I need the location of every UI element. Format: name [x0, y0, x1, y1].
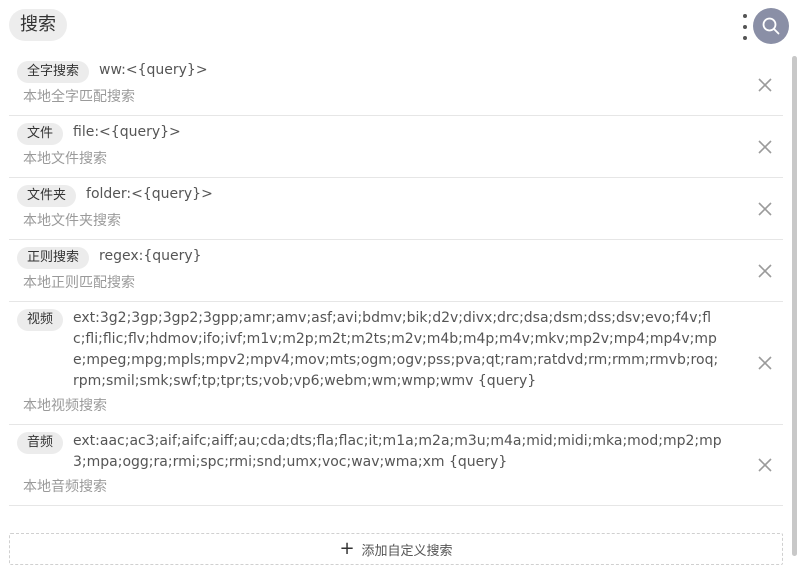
close-icon[interactable] [757, 77, 773, 93]
list-item: 全字搜索 ww:<{query}> 本地全字匹配搜索 [9, 54, 783, 116]
plus-icon: + [339, 538, 355, 559]
add-custom-search-label: 添加自定义搜索 [361, 543, 453, 559]
rule-pattern: file:<{query}> [73, 124, 181, 140]
close-icon[interactable] [757, 263, 773, 279]
list-item: 文件夹 folder:<{query}> 本地文件夹搜索 [9, 178, 783, 240]
close-icon[interactable] [757, 139, 773, 155]
more-vertical-icon[interactable] [739, 14, 751, 40]
rule-pattern: ext:aac;ac3;aif;aifc;aiff;au;cda;dts;fla… [73, 433, 722, 470]
list-item: 文件 file:<{query}> 本地文件搜索 [9, 116, 783, 178]
page-title: 搜索 [9, 9, 67, 41]
search-icon [762, 17, 780, 35]
rule-description: 本地文件搜索 [23, 151, 107, 167]
close-icon[interactable] [757, 457, 773, 473]
rule-description: 本地视频搜索 [23, 398, 107, 414]
scrollbar-thumb[interactable] [792, 56, 797, 556]
rule-tag[interactable]: 音频 [17, 432, 64, 454]
search-button[interactable] [753, 8, 789, 44]
rule-pattern: ww:<{query}> [99, 62, 208, 78]
rule-description: 本地正则匹配搜索 [23, 275, 135, 291]
rule-tag[interactable]: 正则搜索 [17, 247, 90, 269]
rule-pattern: regex:{query} [99, 248, 202, 264]
rule-description: 本地全字匹配搜索 [23, 89, 135, 105]
rule-tag[interactable]: 文件 [17, 123, 64, 145]
list-item: 视频 ext:3g2;3gp;3gp2;3gpp;amr;amv;asf;avi… [9, 302, 783, 425]
rule-pattern: folder:<{query}> [86, 186, 213, 202]
add-custom-search-button[interactable]: + 添加自定义搜索 [9, 533, 783, 565]
rule-description: 本地音频搜索 [23, 479, 107, 495]
search-rule-list: 全字搜索 ww:<{query}> 本地全字匹配搜索 文件 file:<{que… [9, 54, 783, 506]
rule-tag[interactable]: 全字搜索 [17, 61, 90, 83]
rule-tag[interactable]: 文件夹 [17, 185, 77, 207]
list-item: 音频 ext:aac;ac3;aif;aifc;aiff;au;cda;dts;… [9, 425, 783, 506]
close-icon[interactable] [757, 201, 773, 217]
search-settings-page: 搜索 全字搜索 ww:<{query}> 本地全字匹配搜索 文件 file:<{… [0, 0, 797, 572]
close-icon[interactable] [757, 355, 773, 371]
list-item: 正则搜索 regex:{query} 本地正则匹配搜索 [9, 240, 783, 302]
rule-description: 本地文件夹搜索 [23, 213, 121, 229]
scrollbar[interactable] [792, 56, 797, 556]
rule-tag[interactable]: 视频 [17, 309, 64, 331]
rule-pattern: ext:3g2;3gp;3gp2;3gpp;amr;amv;asf;avi;bd… [73, 310, 719, 389]
